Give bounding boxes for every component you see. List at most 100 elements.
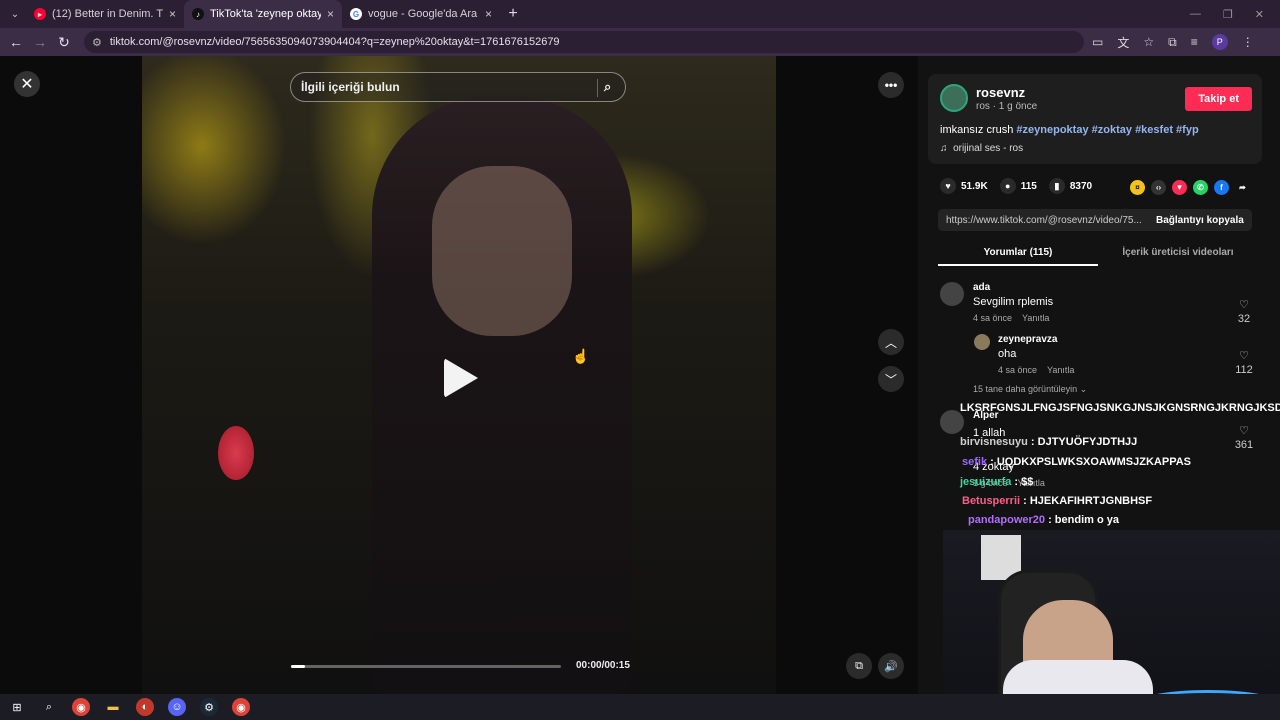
app-icon[interactable]: ◐ xyxy=(136,698,154,716)
reply-link[interactable]: Yanıtla xyxy=(1022,313,1049,323)
reply-avatar[interactable] xyxy=(974,334,990,350)
save-button[interactable]: ▮ 8370 xyxy=(1048,178,1093,194)
view-more-replies[interactable]: 15 tane daha görüntüleyin ⌄ xyxy=(973,384,1087,395)
reload-icon[interactable]: ↻ xyxy=(52,34,76,51)
video-progress-bar[interactable] xyxy=(291,665,561,668)
chat-username: sefik xyxy=(962,456,988,468)
author-avatar[interactable] xyxy=(940,84,968,112)
chrome-icon[interactable]: ◉ xyxy=(72,698,90,716)
follow-button[interactable]: Takip et xyxy=(1185,87,1252,111)
comment-item: ada Sevgilim rplemis 4 sa önce Yanıtla xyxy=(973,282,1053,323)
copy-link-button[interactable]: Bağlantıyı kopyala xyxy=(1148,215,1244,226)
tab-search-icon[interactable]: ⌄ xyxy=(4,5,26,23)
browser-tab-youtube[interactable]: ▸ (12) Better in Denim. The fall ca × xyxy=(26,0,184,28)
comment-like-button[interactable]: ♡ 112 xyxy=(1231,349,1257,376)
back-icon[interactable]: ← xyxy=(4,34,28,50)
reading-list-icon[interactable]: ≡ xyxy=(1191,35,1198,49)
file-explorer-icon[interactable]: ▬ xyxy=(104,698,122,716)
cast-icon[interactable]: ▭ xyxy=(1092,35,1103,49)
url-field[interactable]: ⚙ tiktok.com/@rosevnz/video/756563509407… xyxy=(84,31,1084,53)
extensions-icon[interactable]: ⧉ xyxy=(1168,35,1177,50)
hashtag-link[interactable]: #zoktay xyxy=(1092,124,1132,136)
save-count: 8370 xyxy=(1069,180,1093,192)
heart-outline-icon: ♡ xyxy=(1239,425,1249,437)
url-text: tiktok.com/@rosevnz/video/75656350940739… xyxy=(109,36,560,48)
author-username[interactable]: rosevnz xyxy=(976,85,1025,100)
forward-icon[interactable]: → xyxy=(28,34,52,50)
bookmark-icon: ▮ xyxy=(1048,178,1065,194)
send-icon[interactable]: ▼ xyxy=(1172,180,1187,195)
bookmark-star-icon[interactable]: ☆ xyxy=(1143,35,1154,49)
youtube-icon: ▸ xyxy=(34,8,46,20)
browser-tab-tiktok[interactable]: ♪ TikTok'ta 'zeynep oktay' bulabi × xyxy=(184,0,342,28)
hashtag-link[interactable]: #kesfet xyxy=(1135,124,1173,136)
address-bar-row: ← → ↻ ⚙ tiktok.com/@rosevnz/video/756563… xyxy=(0,28,1280,56)
minimize-icon[interactable]: — xyxy=(1190,8,1201,21)
windows-start-icon[interactable]: ⊞ xyxy=(8,698,26,716)
caption-text: imkansız crush xyxy=(940,124,1017,136)
share-arrow-icon[interactable]: ➦ xyxy=(1235,180,1250,195)
hashtag-link[interactable]: #zeynepoktay xyxy=(1016,124,1088,136)
chat-text: : UQDKXPSLWKSXOAWMSJZKAPPAS xyxy=(987,456,1192,468)
chat-text: : DJTYUÖFYJDTHJJ xyxy=(1027,436,1138,448)
reply-link[interactable]: Yanıtla xyxy=(1047,365,1074,375)
google-icon: G xyxy=(350,8,362,20)
profile-avatar[interactable]: P xyxy=(1211,34,1228,50)
related-search-input[interactable]: İlgili içeriği bulun ⌕ xyxy=(290,72,626,102)
video-link: https://www.tiktok.com/@rosevnz/video/75… xyxy=(946,214,1142,226)
site-settings-icon[interactable]: ⚙ xyxy=(92,36,102,49)
sound-link[interactable]: ♫ orijinal ses - ros xyxy=(940,143,1023,154)
chat-text: LKSRFGNSJLFNGJSFNGJSNKGJNSJKGNSRNGJKRNGJ… xyxy=(960,402,1280,414)
embed-icon[interactable]: ‹› xyxy=(1151,180,1166,195)
picture-in-picture-button[interactable]: ⧉ xyxy=(846,653,872,679)
comment-like-count: 32 xyxy=(1237,313,1251,325)
comment-button[interactable]: ● 115 xyxy=(999,178,1037,194)
more-options-button[interactable]: ••• xyxy=(878,72,904,98)
comment-avatar[interactable] xyxy=(940,282,964,306)
tiktok-icon: ♪ xyxy=(192,8,204,20)
pip-icon: ⧉ xyxy=(855,659,863,672)
next-video-button[interactable]: ﹀ xyxy=(878,366,904,392)
comment-like-count: 361 xyxy=(1234,439,1254,451)
close-window-icon[interactable]: ✕ xyxy=(1255,8,1264,21)
browser-tab-bar: ⌄ ▸ (12) Better in Denim. The fall ca × … xyxy=(0,0,1280,28)
whatsapp-icon[interactable]: ✆ xyxy=(1193,180,1208,195)
video-frame-detail xyxy=(432,166,572,336)
search-icon[interactable]: ⌕ xyxy=(40,698,58,716)
close-tab-icon[interactable]: × xyxy=(169,7,176,21)
chat-text: : bendim o ya xyxy=(1045,514,1119,526)
close-tab-icon[interactable]: × xyxy=(327,7,334,21)
search-icon[interactable]: ⌕ xyxy=(597,79,615,97)
chrome-icon[interactable]: ◉ xyxy=(232,698,250,716)
comment-author[interactable]: ada xyxy=(973,282,1053,293)
coin-icon[interactable]: ¤ xyxy=(1130,180,1145,195)
chat-message: Betusperrii : HJEKAFIHRTJGNBHSF xyxy=(962,495,1152,507)
search-placeholder: İlgili içeriği bulun xyxy=(301,80,400,94)
steam-icon[interactable]: ⚙ xyxy=(200,698,218,716)
like-button[interactable]: ♥ 51.9K xyxy=(940,178,988,194)
chat-message: LKSRFGNSJLFNGJSFNGJSNKGJNSJKGNSRNGJKRNGJ… xyxy=(960,402,1280,414)
facebook-icon[interactable]: f xyxy=(1214,180,1229,195)
translate-icon[interactable]: 文 xyxy=(1117,34,1129,51)
comment-text: oha xyxy=(998,348,1017,360)
hashtag-link[interactable]: #fyp xyxy=(1176,124,1199,136)
restore-icon[interactable]: ❐ xyxy=(1223,8,1233,21)
tab-title: TikTok'ta 'zeynep oktay' bulabi xyxy=(210,8,321,20)
comment-like-button[interactable]: ♡ 361 xyxy=(1231,424,1257,451)
menu-kebab-icon[interactable]: ⋮ xyxy=(1242,35,1254,49)
comment-like-count: 112 xyxy=(1235,364,1253,376)
close-video-button[interactable]: ✕ xyxy=(14,71,40,97)
play-icon[interactable] xyxy=(444,358,478,398)
discord-icon[interactable]: ☺ xyxy=(168,698,186,716)
previous-video-button[interactable]: ︿ xyxy=(878,329,904,355)
volume-button[interactable]: 🔊 xyxy=(878,653,904,679)
tab-comments[interactable]: Yorumlar (115) xyxy=(938,242,1098,266)
mouse-cursor-icon: ☝ xyxy=(572,348,590,364)
comment-author[interactable]: zeynepravza xyxy=(998,334,1074,345)
comment-like-button[interactable]: ♡ 32 xyxy=(1231,298,1257,325)
browser-tab-google[interactable]: G vogue - Google'da Ara × xyxy=(342,0,500,28)
chat-text: : $$ xyxy=(1011,476,1034,488)
new-tab-button[interactable]: + xyxy=(500,5,526,23)
tab-creator-videos[interactable]: İçerik üreticisi videoları xyxy=(1098,242,1258,266)
close-tab-icon[interactable]: × xyxy=(485,7,492,21)
